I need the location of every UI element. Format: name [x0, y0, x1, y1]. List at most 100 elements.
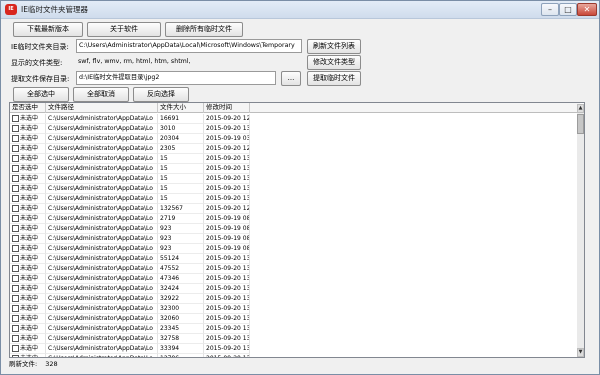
checkbox[interactable] [12, 134, 19, 142]
table-row[interactable]: 未选中 C:\Users\Administrator\AppData\Lo 3275… [10, 334, 580, 344]
cell-selected[interactable]: 未选中 [10, 274, 46, 284]
cell-selected[interactable]: 未选中 [10, 244, 46, 254]
table-row[interactable]: 未选中 C:\Users\Administrator\AppData\Lo 15 20… [10, 164, 580, 174]
table-row[interactable]: 未选中 C:\Users\Administrator\AppData\Lo 923 2… [10, 234, 580, 244]
checkbox[interactable] [12, 344, 19, 352]
checkbox[interactable] [12, 164, 19, 172]
cell-selected[interactable]: 未选中 [10, 334, 46, 344]
cell-selected[interactable]: 未选中 [10, 284, 46, 294]
title-bar[interactable]: IE IE临时文件夹管理器 – □ ✕ [1, 1, 599, 19]
save-dir-field[interactable]: d:\IE临时文件提取目录\jpg2 [76, 71, 276, 85]
cell-selected[interactable]: 未选中 [10, 264, 46, 274]
checkbox[interactable] [12, 334, 19, 342]
cell-selected[interactable]: 未选中 [10, 134, 46, 144]
minimize-button[interactable]: – [541, 3, 559, 16]
temp-dir-field[interactable]: C:\Users\Administrator\AppData\Local\Mic… [76, 39, 302, 53]
checkbox[interactable] [12, 124, 19, 132]
table-row[interactable]: 未选中 C:\Users\Administrator\AppData\Lo 4755… [10, 264, 580, 274]
checkbox[interactable] [12, 264, 19, 272]
deselect-all-button[interactable]: 全部取消 [73, 87, 129, 102]
about-software-button[interactable]: 关于软件 [87, 22, 161, 37]
checkbox[interactable] [12, 244, 19, 252]
table-row[interactable]: 未选中 C:\Users\Administrator\AppData\Lo 5512… [10, 254, 580, 264]
table-row[interactable]: 未选中 C:\Users\Administrator\AppData\Lo 4734… [10, 274, 580, 284]
cell-selected[interactable]: 未选中 [10, 224, 46, 234]
cell-selected[interactable]: 未选中 [10, 114, 46, 124]
close-button[interactable]: ✕ [577, 3, 597, 16]
checkbox[interactable] [12, 254, 19, 262]
scroll-down-icon[interactable]: ▼ [577, 348, 584, 357]
refresh-list-button[interactable]: 刷新文件列表 [307, 39, 361, 54]
header-path[interactable]: 文件路径 [46, 103, 158, 113]
cell-selected[interactable]: 未选中 [10, 324, 46, 334]
cell-selected[interactable]: 未选中 [10, 234, 46, 244]
cell-selected[interactable]: 未选中 [10, 164, 46, 174]
table-row[interactable]: 未选中 C:\Users\Administrator\AppData\Lo 3339… [10, 344, 580, 354]
scroll-thumb[interactable] [577, 114, 584, 134]
delete-all-temp-button[interactable]: 删除所有临时文件 [165, 22, 243, 37]
checkbox[interactable] [12, 274, 19, 282]
checkbox[interactable] [12, 194, 19, 202]
maximize-button[interactable]: □ [559, 3, 577, 16]
checkbox[interactable] [12, 174, 19, 182]
checkbox[interactable] [12, 214, 19, 222]
table-row[interactable]: 未选中 C:\Users\Administrator\AppData\Lo 2305… [10, 144, 580, 154]
download-latest-button[interactable]: 下载最新版本 [13, 22, 83, 37]
checkbox[interactable] [12, 324, 19, 332]
table-row[interactable]: 未选中 C:\Users\Administrator\AppData\Lo 3292… [10, 294, 580, 304]
checkbox[interactable] [12, 234, 19, 242]
cell-selected[interactable]: 未选中 [10, 184, 46, 194]
table-row[interactable]: 未选中 C:\Users\Administrator\AppData\Lo 923 2… [10, 244, 580, 254]
cell-selected[interactable]: 未选中 [10, 254, 46, 264]
extract-temp-files-button[interactable]: 提取临时文件 [307, 71, 361, 86]
checkbox[interactable] [12, 114, 19, 122]
table-row[interactable]: 未选中 C:\Users\Administrator\AppData\Lo 1669… [10, 114, 580, 124]
cell-selected[interactable]: 未选中 [10, 214, 46, 224]
table-row[interactable]: 未选中 C:\Users\Administrator\AppData\Lo 2719… [10, 214, 580, 224]
table-row[interactable]: 未选中 C:\Users\Administrator\AppData\Lo 2030… [10, 134, 580, 144]
checkbox[interactable] [12, 284, 19, 292]
cell-selected[interactable]: 未选中 [10, 124, 46, 134]
table-row[interactable]: 未选中 C:\Users\Administrator\AppData\Lo 3010… [10, 124, 580, 134]
cell-selected[interactable]: 未选中 [10, 344, 46, 354]
table-row[interactable]: 未选中 C:\Users\Administrator\AppData\Lo 923 2… [10, 224, 580, 234]
checkbox[interactable] [12, 304, 19, 312]
checkbox[interactable] [12, 204, 19, 212]
file-list-grid[interactable]: 是否选中 文件路径 文件大小 修改时间 未选中 C:\Users\Administ… [9, 102, 585, 358]
table-row[interactable]: 未选中 C:\Users\Administrator\AppData\Lo 15 20… [10, 194, 580, 204]
table-row[interactable]: 未选中 C:\Users\Administrator\AppData\Lo 15 20… [10, 184, 580, 194]
cell-path: C:\Users\Administrator\AppData\Lo [46, 224, 158, 234]
checkbox[interactable] [12, 224, 19, 232]
table-row[interactable]: 未选中 C:\Users\Administrator\AppData\Lo 3206… [10, 314, 580, 324]
header-selected[interactable]: 是否选中 [10, 103, 46, 113]
vertical-scrollbar[interactable]: ▲ ▼ [577, 104, 584, 357]
select-all-button[interactable]: 全部选中 [13, 87, 69, 102]
cell-selected[interactable]: 未选中 [10, 204, 46, 214]
table-row[interactable]: 未选中 C:\Users\Administrator\AppData\Lo 15 20… [10, 154, 580, 164]
header-modified[interactable]: 修改时间 [204, 103, 250, 113]
cell-selected[interactable]: 未选中 [10, 304, 46, 314]
table-row[interactable]: 未选中 C:\Users\Administrator\AppData\Lo 15 20… [10, 174, 580, 184]
cell-selected[interactable]: 未选中 [10, 174, 46, 184]
checkbox[interactable] [12, 154, 19, 162]
checkbox[interactable] [12, 294, 19, 302]
table-row[interactable]: 未选中 C:\Users\Administrator\AppData\Lo 1325… [10, 204, 580, 214]
cell-selected[interactable]: 未选中 [10, 194, 46, 204]
cell-selected[interactable]: 未选中 [10, 154, 46, 164]
invert-selection-button[interactable]: 反向选择 [133, 87, 189, 102]
table-row[interactable]: 未选中 C:\Users\Administrator\AppData\Lo 3242… [10, 284, 580, 294]
browse-button[interactable]: ... [281, 71, 301, 86]
checkbox[interactable] [12, 184, 19, 192]
cell-selected[interactable]: 未选中 [10, 294, 46, 304]
cell-selected[interactable]: 未选中 [10, 144, 46, 154]
checkbox[interactable] [12, 314, 19, 322]
modify-types-button[interactable]: 修改文件类型 [307, 55, 361, 70]
table-row[interactable]: 未选中 C:\Users\Administrator\AppData\Lo 3230… [10, 304, 580, 314]
scroll-up-icon[interactable]: ▲ [577, 104, 584, 113]
header-size[interactable]: 文件大小 [158, 103, 204, 113]
table-row[interactable]: 未选中 C:\Users\Administrator\AppData\Lo 2334… [10, 324, 580, 334]
cell-modified: 2015-09-20 13 [204, 174, 250, 184]
cell-size: 15 [158, 174, 204, 184]
cell-selected[interactable]: 未选中 [10, 314, 46, 324]
checkbox[interactable] [12, 144, 19, 152]
